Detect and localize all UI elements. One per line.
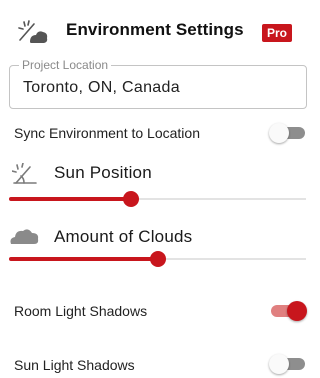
sun-angle-icon [12, 163, 37, 184]
slider-fill [9, 197, 131, 201]
panel-header: Environment Settings Pro [0, 0, 316, 66]
room-light-shadows-toggle[interactable] [271, 300, 307, 322]
pro-badge: Pro [262, 24, 293, 42]
slider-thumb[interactable] [122, 191, 139, 207]
sync-environment-toggle[interactable] [269, 122, 305, 144]
toggle-thumb [287, 301, 307, 321]
sync-environment-label: Sync Environment to Location [14, 125, 200, 141]
sun-light-shadows-label: Sun Light Shadows [14, 357, 135, 373]
project-location-value[interactable]: Toronto, ON, Canada [23, 79, 180, 97]
project-location-label: Project Location [19, 58, 112, 72]
sun-position-title: Sun Position [54, 163, 152, 182]
slider-thumb[interactable] [149, 251, 166, 267]
amount-of-clouds-slider[interactable] [9, 251, 306, 267]
sun-position-slider[interactable] [9, 191, 306, 207]
room-light-shadows-label: Room Light Shadows [14, 303, 148, 319]
panel-title: Environment Settings [66, 20, 244, 39]
toggle-thumb [269, 354, 289, 374]
slider-fill [9, 257, 158, 261]
toggle-thumb [269, 123, 289, 143]
sun-light-shadows-toggle[interactable] [269, 353, 305, 375]
cloud-icon [10, 229, 39, 244]
sun-cloud-icon [18, 20, 48, 43]
amount-of-clouds-title: Amount of Clouds [54, 227, 193, 246]
project-location-field[interactable]: Project Location Toronto, ON, Canada [9, 58, 307, 109]
